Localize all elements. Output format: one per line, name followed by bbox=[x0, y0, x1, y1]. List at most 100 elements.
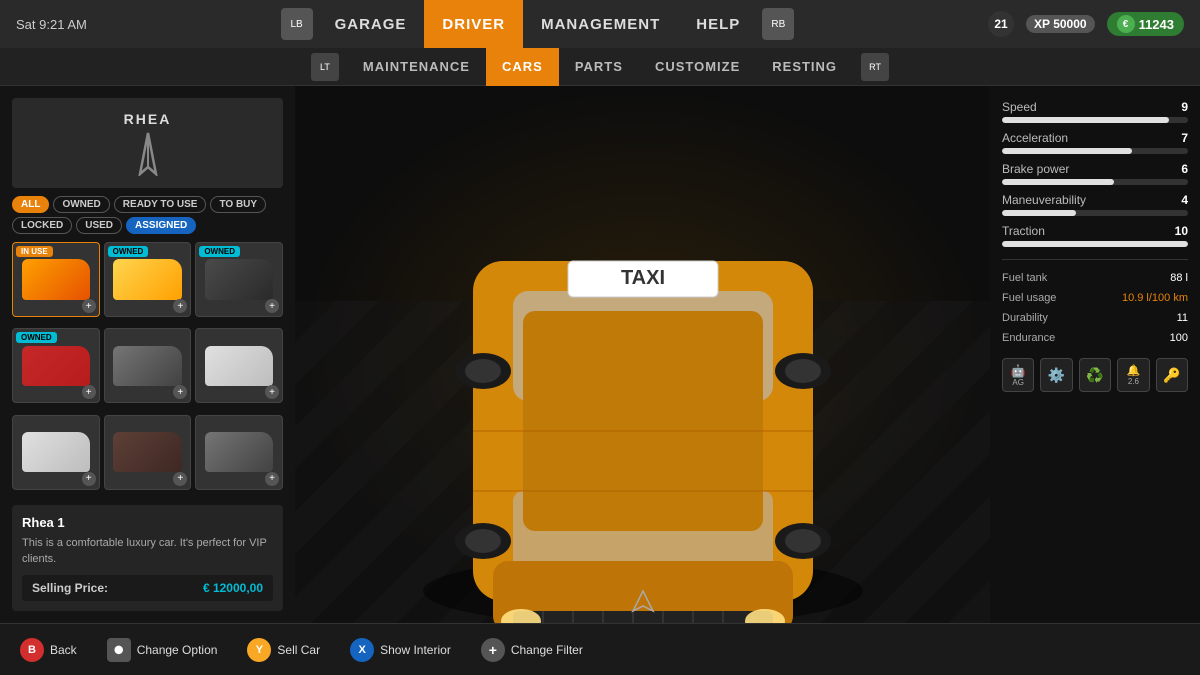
action-back-label: Back bbox=[50, 643, 77, 657]
sec-nav-parts[interactable]: PARTS bbox=[559, 48, 639, 86]
detail-durability-label: Durability bbox=[1002, 312, 1048, 324]
stat-speed-value: 9 bbox=[1181, 100, 1188, 114]
stat-brake-label: Brake power bbox=[1002, 162, 1069, 176]
action-filter[interactable]: + Change Filter bbox=[481, 638, 583, 662]
stat-acceleration: Acceleration 7 bbox=[1002, 131, 1188, 154]
btn-plus: + bbox=[481, 638, 505, 662]
filter-ready[interactable]: READY TO USE bbox=[114, 196, 207, 213]
stat-accel-label: Acceleration bbox=[1002, 131, 1068, 145]
stat-traction: Traction 10 bbox=[1002, 224, 1188, 247]
filter-assigned[interactable]: ASSIGNED bbox=[126, 217, 196, 234]
nav-management[interactable]: MANAGEMENT bbox=[523, 0, 678, 48]
btn-lb: ⬤ bbox=[107, 638, 131, 662]
feature-bell: 🔔 2.6 bbox=[1117, 358, 1149, 392]
brand-logo-svg bbox=[118, 131, 178, 176]
btn-y: Y bbox=[247, 638, 271, 662]
btn-x: X bbox=[350, 638, 374, 662]
detail-durability: Durability 11 bbox=[1002, 312, 1188, 324]
feature-ag: 🤖 AG bbox=[1002, 358, 1034, 392]
detail-fuel-usage: Fuel usage 10.9 l/100 km bbox=[1002, 292, 1188, 304]
bottom-bar: B Back ⬤ Change Option Y Sell Car X Show… bbox=[0, 623, 1200, 675]
car-plus-8: + bbox=[265, 472, 279, 486]
car-info-name: Rhea 1 bbox=[22, 515, 273, 530]
currency: € 11243 bbox=[1107, 12, 1184, 36]
filter-used[interactable]: USED bbox=[76, 217, 122, 234]
nav-icon-left: LB bbox=[281, 8, 313, 40]
detail-fuel-tank: Fuel tank 88 l bbox=[1002, 272, 1188, 284]
car-thumb-8[interactable]: + bbox=[195, 415, 283, 490]
btn-b: B bbox=[20, 638, 44, 662]
action-interior[interactable]: X Show Interior bbox=[350, 638, 451, 662]
left-panel: RHEA ALL OWNED READY TO USE TO BUY LOCKE… bbox=[0, 86, 295, 623]
brand-name: RHEA bbox=[124, 111, 172, 127]
car-plus-6: + bbox=[82, 472, 96, 486]
secondary-nav: LT MAINTENANCE CARS PARTS CUSTOMIZE REST… bbox=[0, 48, 1200, 86]
car-info-price: Selling Price: € 12000,00 bbox=[22, 575, 273, 601]
car-thumb-2[interactable]: OWNED + bbox=[195, 242, 283, 317]
car-thumb-0[interactable]: IN USE + bbox=[12, 242, 100, 317]
currency-value: 11243 bbox=[1139, 17, 1174, 32]
sec-nav-resting[interactable]: RESTING bbox=[756, 48, 853, 86]
stat-divider bbox=[1002, 259, 1188, 260]
detail-fuel-tank-label: Fuel tank bbox=[1002, 272, 1047, 284]
car-plus-2: + bbox=[265, 299, 279, 313]
sec-nav-maintenance[interactable]: MAINTENANCE bbox=[347, 48, 486, 86]
nav-garage[interactable]: GARAGE bbox=[317, 0, 425, 48]
nav-icon-right: RB bbox=[762, 8, 794, 40]
action-sell[interactable]: Y Sell Car bbox=[247, 638, 320, 662]
car-thumb-6[interactable]: + bbox=[12, 415, 100, 490]
detail-fuel-usage-label: Fuel usage bbox=[1002, 292, 1056, 304]
sec-nav-icon-right: RT bbox=[861, 53, 889, 81]
stat-accel-value: 7 bbox=[1181, 131, 1188, 145]
sec-nav-cars[interactable]: CARS bbox=[486, 48, 559, 86]
action-filter-label: Change Filter bbox=[511, 643, 583, 657]
datetime: Sat 9:21 AM bbox=[16, 17, 87, 32]
car-thumb-3[interactable]: OWNED + bbox=[12, 328, 100, 403]
detail-fuel-usage-value: 10.9 l/100 km bbox=[1122, 292, 1188, 304]
nav-help[interactable]: HELP bbox=[678, 0, 758, 48]
car-thumb-7[interactable]: + bbox=[104, 415, 192, 490]
main-content: RHEA ALL OWNED READY TO USE TO BUY LOCKE… bbox=[0, 86, 1200, 623]
detail-endurance-value: 100 bbox=[1170, 332, 1188, 344]
car-info: Rhea 1 This is a comfortable luxury car.… bbox=[12, 505, 283, 611]
feature-lock: 🔑 bbox=[1156, 358, 1188, 392]
price-value: € 12000,00 bbox=[203, 581, 263, 595]
stat-maneuver-value: 4 bbox=[1181, 193, 1188, 207]
car-badge-in-use: IN USE bbox=[16, 246, 53, 257]
stat-brake-value: 6 bbox=[1181, 162, 1188, 176]
action-interior-label: Show Interior bbox=[380, 643, 451, 657]
filter-locked[interactable]: LOCKED bbox=[12, 217, 72, 234]
stat-traction-label: Traction bbox=[1002, 224, 1045, 238]
stat-traction-value: 10 bbox=[1175, 224, 1188, 238]
filter-tags: ALL OWNED READY TO USE TO BUY LOCKED USE… bbox=[12, 196, 283, 234]
car-grid: IN USE + OWNED + OWNED + OWNED + bbox=[12, 242, 283, 497]
car-thumb-4[interactable]: + bbox=[104, 328, 192, 403]
car-badge-owned-3: OWNED bbox=[16, 332, 57, 343]
xp-value: 50000 bbox=[1053, 17, 1086, 31]
car-thumb-1[interactable]: OWNED + bbox=[104, 242, 192, 317]
feature-recycle: ♻️ bbox=[1079, 358, 1111, 392]
top-bar: Sat 9:21 AM LB GARAGE DRIVER MANAGEMENT … bbox=[0, 0, 1200, 48]
stat-maneuverability: Maneuverability 4 bbox=[1002, 193, 1188, 216]
stat-maneuver-label: Maneuverability bbox=[1002, 193, 1086, 207]
action-change-option[interactable]: ⬤ Change Option bbox=[107, 638, 218, 662]
sec-nav-icon-left: LT bbox=[311, 53, 339, 81]
level-badge: 21 bbox=[988, 11, 1014, 37]
feature-transmission: ⚙️ bbox=[1040, 358, 1072, 392]
detail-endurance-label: Endurance bbox=[1002, 332, 1055, 344]
svg-text:TAXI: TAXI bbox=[620, 267, 664, 289]
filter-all[interactable]: ALL bbox=[12, 196, 49, 213]
car-main-svg: TAXI 3655 KSH bbox=[333, 121, 953, 624]
detail-endurance: Endurance 100 bbox=[1002, 332, 1188, 344]
sec-nav-customize[interactable]: CUSTOMIZE bbox=[639, 48, 756, 86]
filter-owned[interactable]: OWNED bbox=[53, 196, 109, 213]
detail-fuel-tank-value: 88 l bbox=[1170, 272, 1188, 284]
stat-brake: Brake power 6 bbox=[1002, 162, 1188, 185]
action-back[interactable]: B Back bbox=[20, 638, 77, 662]
car-thumb-5[interactable]: + bbox=[195, 328, 283, 403]
car-plus-0: + bbox=[82, 299, 96, 313]
feature-icons: 🤖 AG ⚙️ ♻️ 🔔 2.6 🔑 bbox=[1002, 358, 1188, 392]
filter-tobuy[interactable]: TO BUY bbox=[210, 196, 266, 213]
nav-driver[interactable]: DRIVER bbox=[424, 0, 523, 48]
stat-speed: Speed 9 bbox=[1002, 100, 1188, 123]
